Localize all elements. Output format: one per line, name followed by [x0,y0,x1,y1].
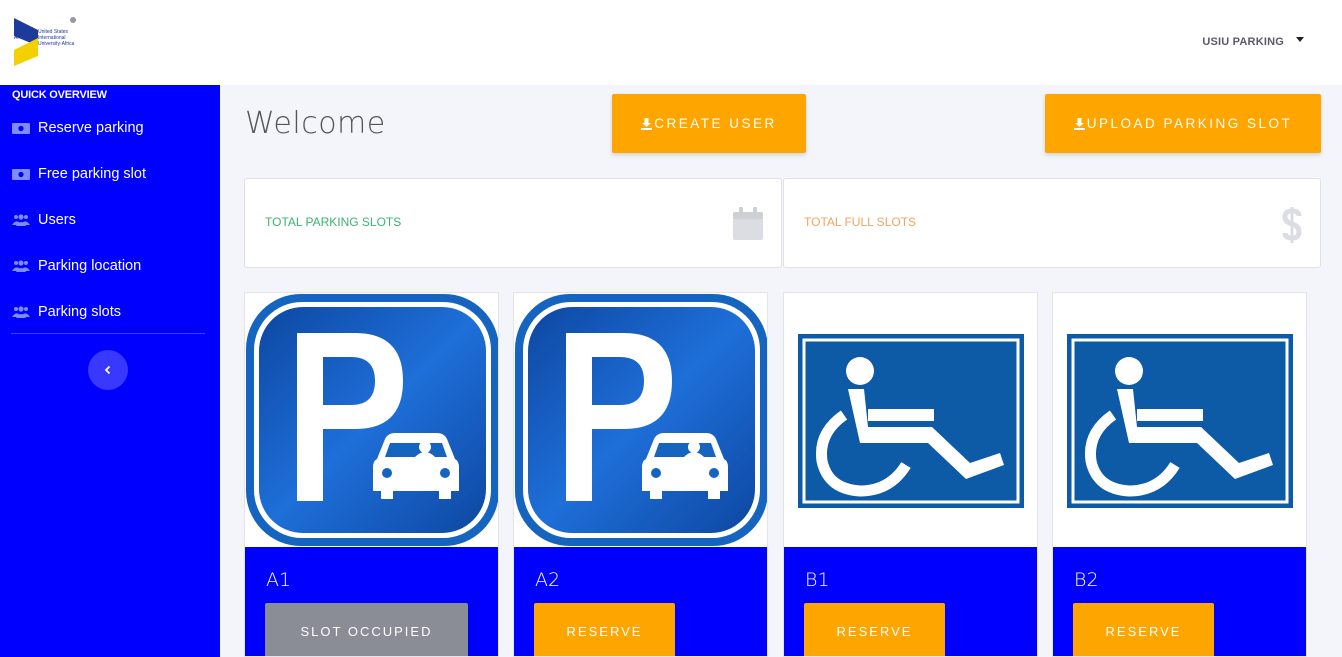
sidebar-collapse-button[interactable] [88,350,128,390]
upload-parking-slot-button[interactable]: UPLOAD PARKING SLOT [1045,94,1321,153]
create-user-label: CREATE USER [654,116,777,131]
top-bar: USIU AFRICA United States International … [0,0,1342,85]
reserve-button[interactable]: RESERVE [804,603,945,656]
stat-card-total-full-slots: TOTAL FULL SLOTS [783,178,1321,268]
logo-text: United States International University-A… [38,29,75,47]
slot-card-a1: A1 SLOT OCCUPIED [244,292,499,657]
slot-card-b1: B1 RESERVE [783,292,1038,657]
sidebar-item-parking-slots[interactable]: Parking slots [12,300,121,324]
slot-footer: A1 SLOT OCCUPIED [245,547,498,656]
download-icon [1073,117,1085,130]
page-title: Welcome [245,106,386,141]
slot-footer: B1 RESERVE [784,547,1037,656]
slot-footer: B2 RESERVE [1053,547,1306,656]
sidebar-divider [11,333,205,334]
sidebar-item-label: Free parking slot [38,166,146,182]
sidebar-item-label: Users [38,212,76,228]
parking-car-sign [246,294,498,546]
users-icon [12,260,30,272]
stat-card-total-parking-slots: TOTAL PARKING SLOTS [244,178,782,268]
sidebar-item-parking-location[interactable]: Parking location [12,254,141,278]
dollar-icon [1282,207,1302,243]
calendar-icon [733,207,763,240]
usiu-logo[interactable]: USIU AFRICA United States International … [12,16,80,66]
reserve-button[interactable]: RESERVE [1073,603,1214,656]
create-user-button[interactable]: CREATE USER [612,94,806,153]
users-icon [12,306,30,318]
slot-name: B2 [1074,569,1099,591]
stat-label: TOTAL PARKING SLOTS [265,215,402,229]
wheelchair-sign [798,334,1024,508]
sidebar-item-free-parking-slot[interactable]: Free parking slot [12,162,146,186]
upload-parking-slot-label: UPLOAD PARKING SLOT [1086,116,1293,131]
chevron-down-icon[interactable] [1296,36,1304,42]
wheelchair-sign [1067,334,1293,508]
sidebar-item-label: Parking slots [38,304,122,320]
slot-card-b2: B2 RESERVE [1052,292,1307,657]
stat-label: TOTAL FULL SLOTS [804,215,917,229]
slot-name: A1 [266,569,292,591]
sidebar-heading: QUICK OVERVIEW [12,89,107,101]
slot-name: A2 [535,569,561,591]
reserve-button[interactable]: RESERVE [534,603,675,656]
sidebar-item-label: Parking location [38,258,142,274]
slot-footer: A2 RESERVE [514,547,767,656]
sidebar-item-reserve-parking[interactable]: Reserve parking [12,116,144,140]
sidebar-item-label: Reserve parking [38,120,144,136]
chevron-left-icon [104,365,111,375]
download-icon [641,117,653,130]
slot-card-a2: A2 RESERVE [513,292,768,657]
user-menu[interactable]: USIU PARKING [1202,36,1304,48]
parking-car-sign [515,294,767,546]
user-menu-label[interactable]: USIU PARKING [1202,36,1284,48]
sidebar: QUICK OVERVIEW Reserve parking Free park… [0,85,220,657]
slot-occupied-button[interactable]: SLOT OCCUPIED [265,603,468,656]
money-icon [12,168,30,180]
users-icon [12,214,30,226]
money-icon [12,122,30,134]
logo-small-text: USIU AFRICA [14,30,33,41]
slot-name: B1 [805,569,830,591]
sidebar-item-users[interactable]: Users [12,208,76,232]
